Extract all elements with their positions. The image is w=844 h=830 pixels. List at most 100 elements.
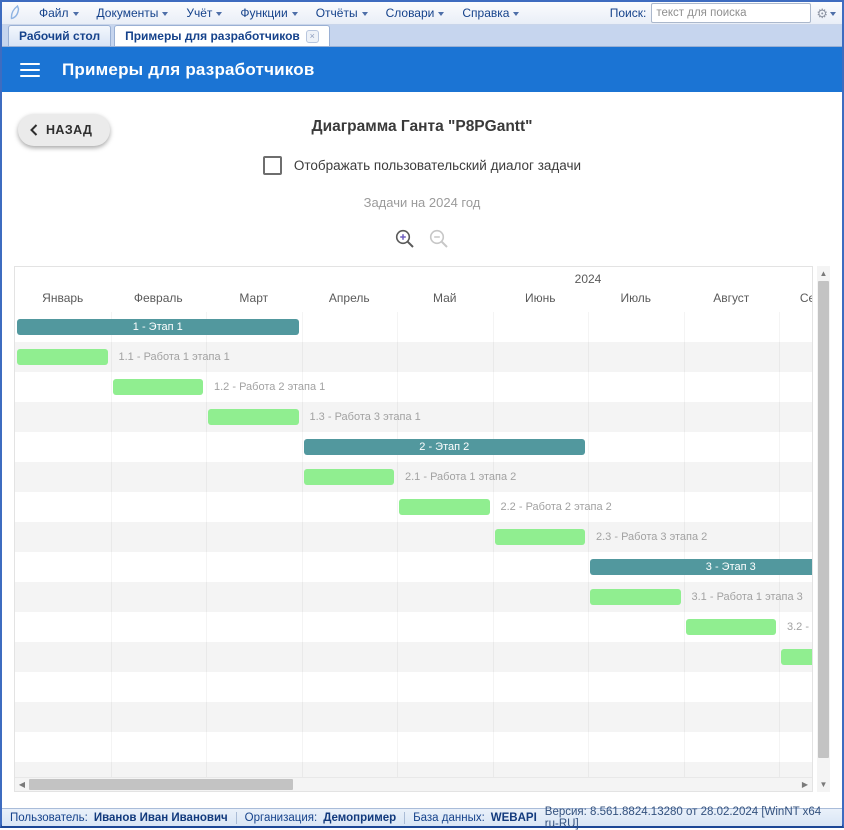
gantt-gridline xyxy=(206,642,207,672)
gantt-gridline xyxy=(588,552,589,582)
gantt-gridline xyxy=(111,672,112,702)
gantt-gridline xyxy=(302,342,303,372)
gantt-gridline xyxy=(206,492,207,522)
vertical-scrollbar[interactable]: ▲ ▼ xyxy=(817,266,830,792)
gantt-task-bar[interactable] xyxy=(590,589,681,605)
gantt-row: 3.3 - Работа 3 этапа 3 xyxy=(15,642,812,672)
gantt-row: 1.2 - Работа 2 этапа 1 xyxy=(15,372,812,402)
gantt-gridline xyxy=(206,432,207,462)
gantt-gridline xyxy=(684,432,685,462)
zoom-in-icon[interactable] xyxy=(394,228,416,250)
gantt-row xyxy=(15,762,812,778)
gantt-gridline xyxy=(493,582,494,612)
dialog-checkbox[interactable] xyxy=(263,156,282,175)
gantt-task-bar[interactable] xyxy=(17,349,108,365)
gantt-gridline xyxy=(302,492,303,522)
vertical-scroll-thumb[interactable] xyxy=(818,281,829,758)
gantt-month-label: Сентябрь xyxy=(779,291,812,305)
search-input[interactable] xyxy=(651,3,811,23)
menubar: Файл Документы Учёт Функции ОтчётыСловари Спр… xyxy=(2,2,842,25)
menubar-item-label: Функции xyxy=(240,6,287,20)
tab-item[interactable]: Примеры для разработчиков × xyxy=(114,25,330,46)
tab-label: Примеры для разработчиков xyxy=(125,29,300,43)
gantt-gridline xyxy=(397,552,398,582)
gantt-row: 3.2 - Работа 2 этапа 3 xyxy=(15,612,812,642)
gantt-gridline xyxy=(397,672,398,702)
menubar-item[interactable]: Функции xyxy=(231,6,306,20)
gantt-gridline xyxy=(397,702,398,732)
gantt-task-bar[interactable] xyxy=(781,649,812,665)
gantt-gridline xyxy=(588,582,589,612)
statusbar-db-label: База данных: xyxy=(413,812,485,824)
gantt-gridline xyxy=(302,312,303,342)
gantt-task-bar[interactable] xyxy=(399,499,490,515)
application-window: Файл Документы Учёт Функции ОтчётыСловари Спр… xyxy=(2,2,842,824)
gantt-stage-bar[interactable]: 3 - Этап 3 xyxy=(590,559,812,575)
gantt-gridline xyxy=(111,552,112,582)
gantt-task-bar[interactable] xyxy=(686,619,777,635)
gantt-gridline xyxy=(779,372,780,402)
menubar-item[interactable]: Документы xyxy=(88,6,178,20)
gantt-task-bar[interactable] xyxy=(113,379,204,395)
gantt-gridline xyxy=(302,732,303,762)
settings-gear-button[interactable]: ⚙ xyxy=(816,7,836,20)
zoom-out-icon[interactable] xyxy=(428,228,450,250)
gantt-gridline xyxy=(684,582,685,612)
gantt-gridline xyxy=(779,522,780,552)
horizontal-scroll-thumb[interactable] xyxy=(29,779,293,790)
tab-label: Рабочий стол xyxy=(19,29,100,43)
gantt-task-bar[interactable] xyxy=(208,409,299,425)
menubar-item[interactable]: Справка xyxy=(453,6,528,20)
gantt-gridline xyxy=(111,462,112,492)
gantt-gridline xyxy=(302,582,303,612)
gantt-gridline xyxy=(779,762,780,778)
menubar-item-label: Документы xyxy=(97,6,159,20)
menubar-item[interactable]: Файл xyxy=(30,6,88,20)
menubar-item-label: Справка xyxy=(462,6,509,20)
gantt-gridline xyxy=(493,642,494,672)
gantt-gridline xyxy=(302,642,303,672)
gantt-gridline xyxy=(493,402,494,432)
gantt-gridline xyxy=(588,432,589,462)
chart-title: Задачи на 2024 год xyxy=(2,195,842,210)
hamburger-menu-icon[interactable] xyxy=(20,59,40,81)
gantt-gridline xyxy=(588,402,589,432)
gantt-task-label: 1.1 - Работа 1 этапа 1 xyxy=(119,349,230,365)
gantt-stage-bar[interactable]: 2 - Этап 2 xyxy=(304,439,586,455)
gantt-task-bar[interactable] xyxy=(304,469,395,485)
search-label: Поиск: xyxy=(610,6,647,20)
horizontal-scrollbar[interactable]: ◀ ▶ xyxy=(15,777,812,791)
scroll-left-arrow-icon[interactable]: ◀ xyxy=(16,778,28,791)
chevron-down-icon xyxy=(216,12,222,16)
tab-close-icon[interactable]: × xyxy=(306,30,319,43)
gantt-gridline xyxy=(302,672,303,702)
gantt-row xyxy=(15,702,812,732)
scroll-down-arrow-icon[interactable]: ▼ xyxy=(817,778,830,791)
gantt-gridline xyxy=(111,492,112,522)
chevron-down-icon xyxy=(438,12,444,16)
gantt-gridline xyxy=(397,342,398,372)
tab-item[interactable]: Рабочий стол xyxy=(8,25,111,46)
menubar-item[interactable]: Отчёты xyxy=(307,6,377,20)
gantt-gridline xyxy=(206,462,207,492)
gantt-rows: 1 - Этап 1 1.1 - Работа 1 этапа 1 1.2 - Ра… xyxy=(15,312,812,778)
chevron-down-icon xyxy=(162,12,168,16)
gantt-gridline xyxy=(397,492,398,522)
zoom-controls xyxy=(2,228,842,250)
gantt-row: 1.3 - Работа 3 этапа 1 xyxy=(15,402,812,432)
gantt-task-bar[interactable] xyxy=(495,529,586,545)
gantt-gridline xyxy=(779,702,780,732)
gantt-gridline xyxy=(684,642,685,672)
scroll-right-arrow-icon[interactable]: ▶ xyxy=(799,778,811,791)
menubar-item[interactable]: Словари xyxy=(377,6,454,20)
gantt-stage-bar[interactable]: 1 - Этап 1 xyxy=(17,319,299,335)
gantt-gridline xyxy=(493,612,494,642)
gantt-gridline xyxy=(111,582,112,612)
gantt-gridline xyxy=(588,732,589,762)
scroll-up-arrow-icon[interactable]: ▲ xyxy=(817,267,830,280)
gantt-gridline xyxy=(302,702,303,732)
gantt-gridline xyxy=(588,702,589,732)
menubar-item[interactable]: Учёт xyxy=(177,6,231,20)
gantt-task-label: 1.3 - Работа 3 этапа 1 xyxy=(310,409,421,425)
page-header-title: Примеры для разработчиков xyxy=(62,60,315,80)
